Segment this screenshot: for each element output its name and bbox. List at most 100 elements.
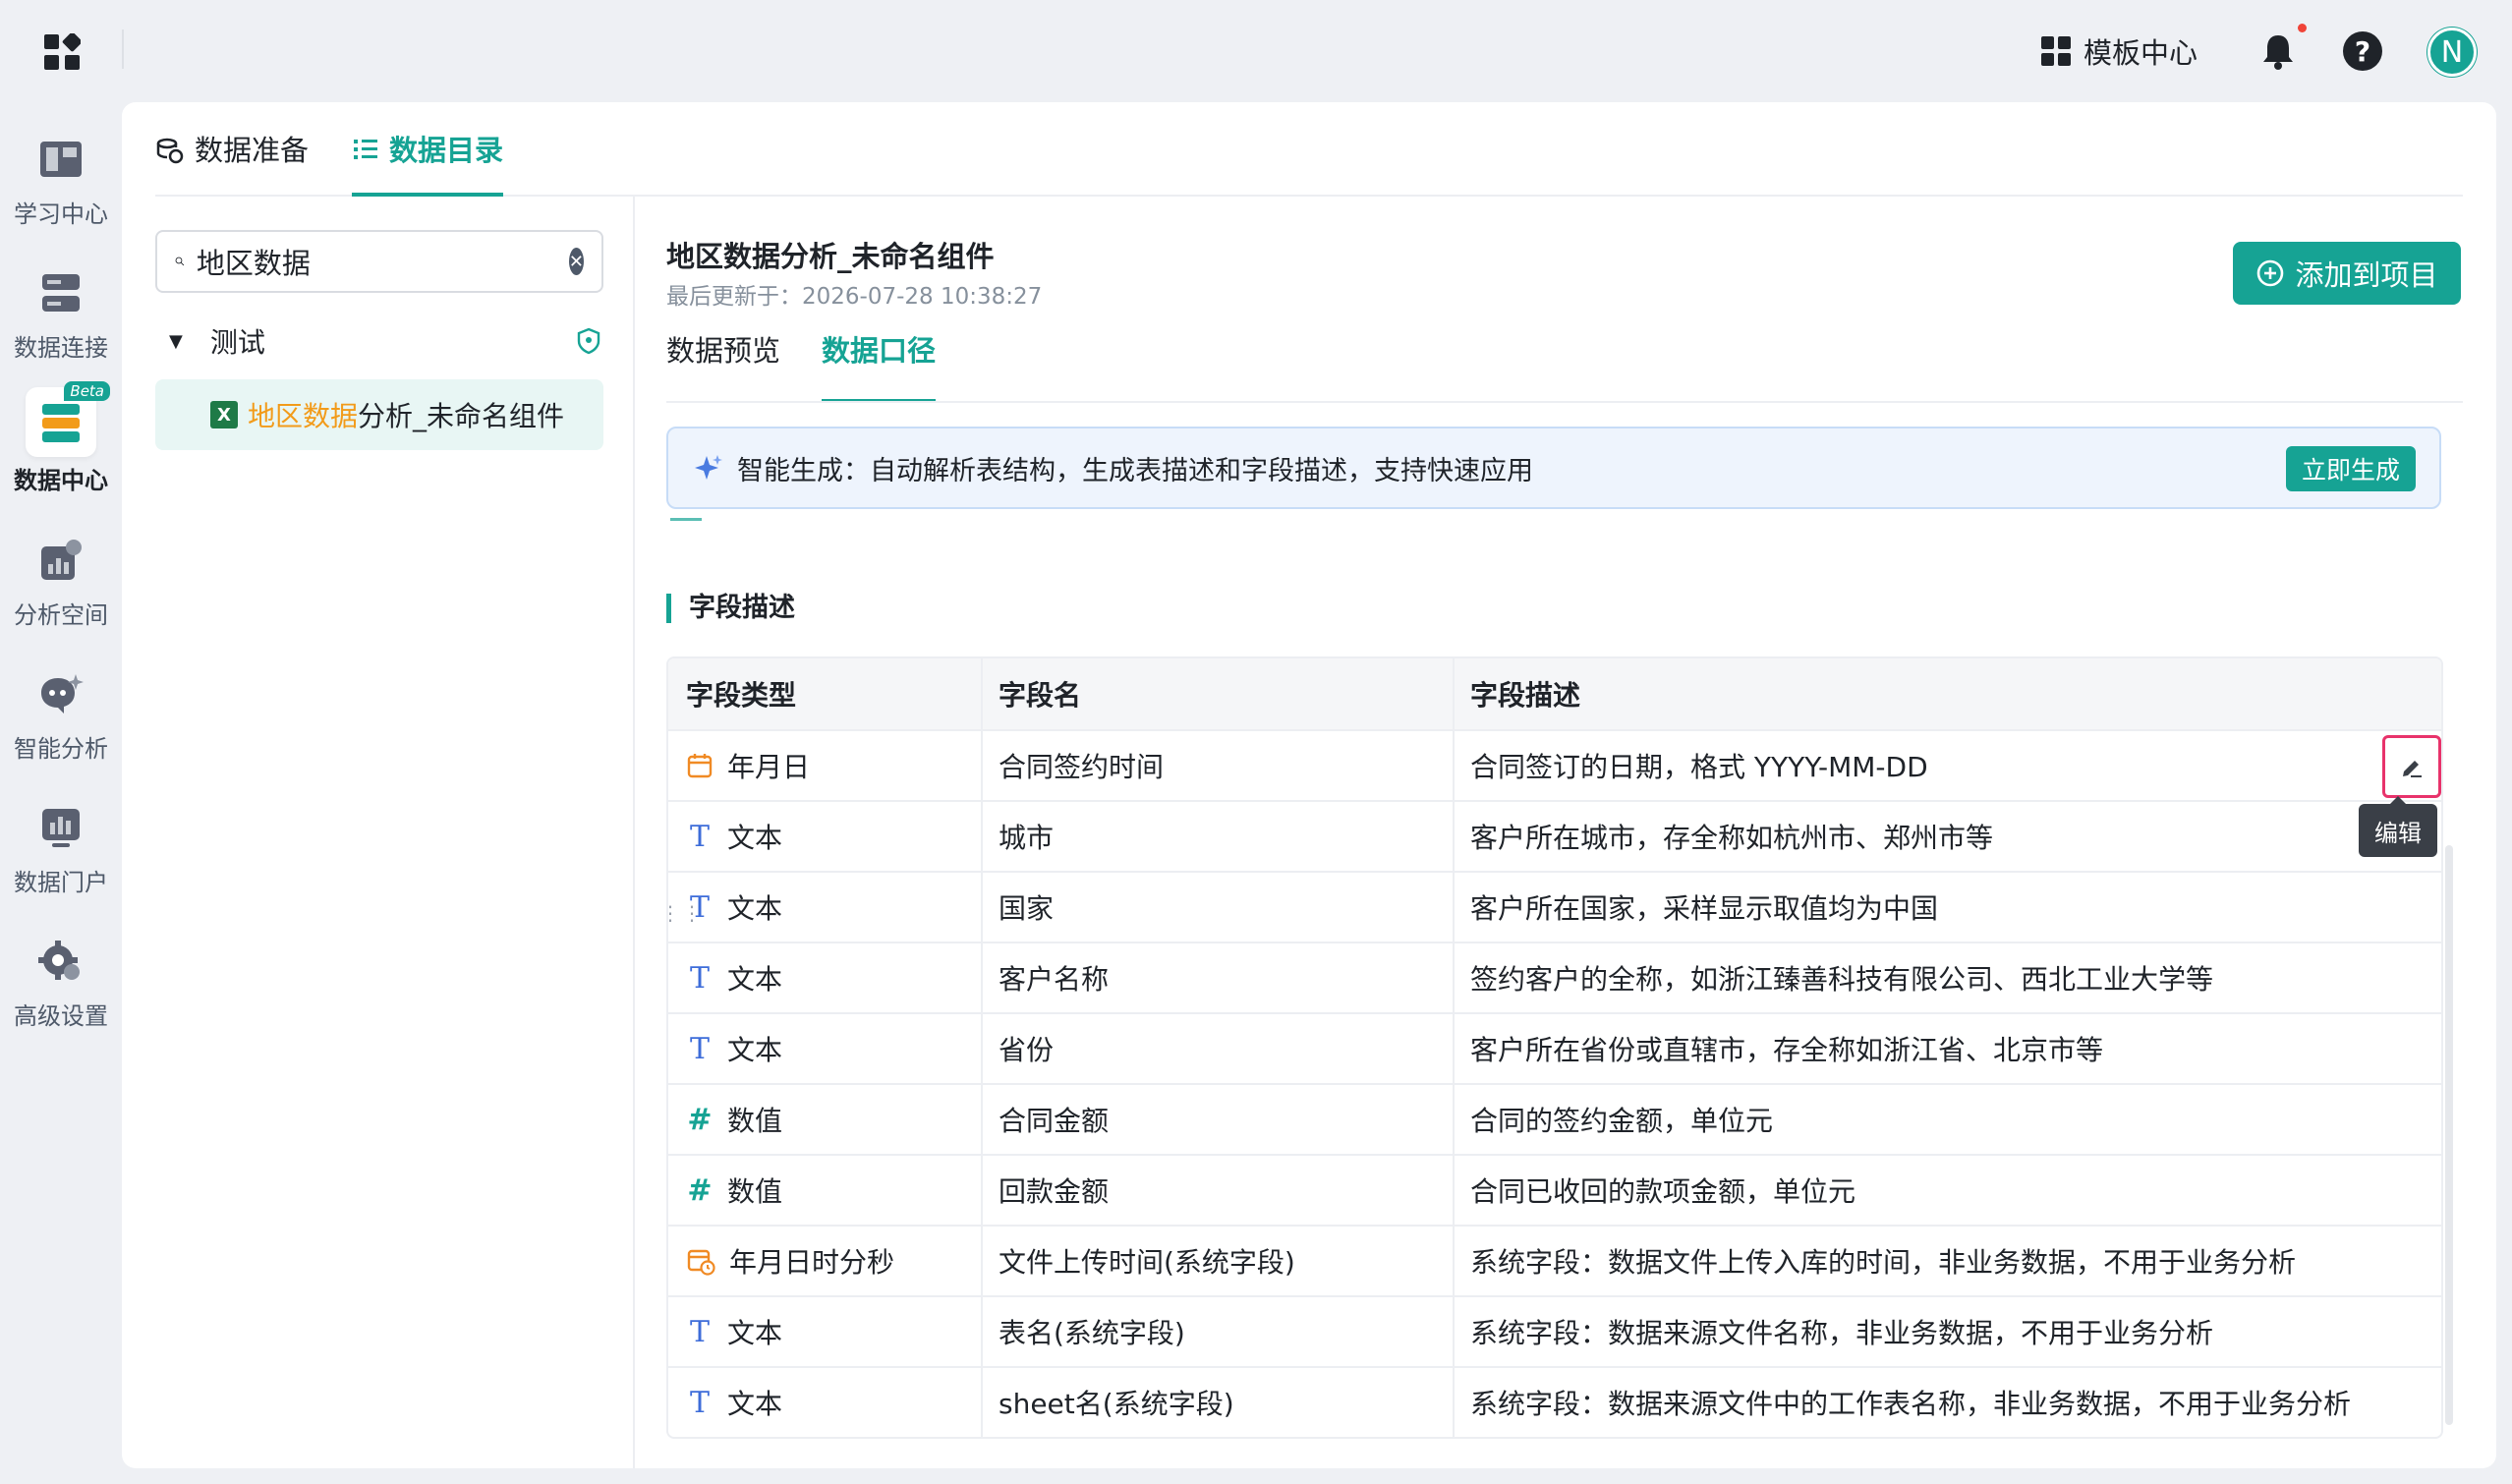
table-header: 字段类型 字段名 字段描述 [668, 658, 2441, 729]
tree-file-item[interactable]: X 地区数据分析_未命名组件 [155, 379, 603, 450]
section-title: 字段描述 [666, 594, 795, 623]
field-type-cell: T 文本 [668, 802, 983, 871]
field-desc-text: 系统字段：数据来源文件中的工作表名称，非业务数据，不用于业务分析 [1470, 1388, 2352, 1420]
field-type-label: 文本 [727, 963, 783, 996]
tab-data-caliber[interactable]: 数据口径 [822, 328, 937, 403]
field-type-label: 文本 [727, 1317, 783, 1349]
table-row[interactable]: T 文本 客户名称 签约客户的全称，如浙江臻善科技有限公司、西北工业大学等 [668, 942, 2441, 1012]
clear-search-icon[interactable]: ✕ [568, 248, 584, 275]
search-input[interactable] [196, 245, 557, 278]
field-desc-cell: 合同已收回的款项金额，单位元 [1455, 1156, 2441, 1225]
text-type-icon: T [689, 889, 710, 925]
beta-badge: Beta [64, 381, 110, 401]
tab-data-preview[interactable]: 数据预览 [666, 328, 780, 403]
field-desc-cell: 系统字段：数据来源文件中的工作表名称，非业务数据，不用于业务分析 [1455, 1368, 2441, 1437]
top-divider [122, 29, 124, 69]
datetime-icon [686, 1246, 715, 1276]
file-name: 地区数据分析_未命名组件 [248, 400, 565, 432]
field-type-cell: 年月日 [668, 731, 983, 800]
portal-chart-icon [35, 802, 86, 853]
rail-item-advanced-settings[interactable]: 高级设置 [0, 916, 122, 1034]
book-icon [35, 134, 86, 185]
sparkle-icon [695, 455, 722, 480]
app-grid-icon[interactable] [43, 33, 81, 71]
field-type-label: 数值 [727, 1105, 783, 1137]
ai-banner-text: 智能生成：自动解析表结构，生成表描述和字段描述，支持快速应用 [737, 455, 1533, 486]
text-type-icon: T [689, 1385, 710, 1420]
search-icon [175, 257, 185, 266]
field-type-label: 文本 [727, 1034, 783, 1066]
table-row[interactable]: T 文本 省份 客户所在省份或直辖市，存全称如浙江省、北京市等 [668, 1012, 2441, 1083]
rail-item-data-portal[interactable]: 数据门户 [0, 782, 122, 900]
field-desc-cell: 客户所在省份或直辖市，存全称如浙江省、北京市等 [1455, 1014, 2441, 1083]
table-row[interactable]: 年月日时分秒 文件上传时间(系统字段) 系统字段：数据文件上传入库的时间，非业务数据… [668, 1225, 2441, 1295]
field-desc-text: 客户所在国家，采样显示取值均为中国 [1470, 892, 1939, 925]
list-icon [354, 140, 377, 159]
tree-folder[interactable]: ▼ 测试 [169, 316, 601, 366]
field-desc-cell: 客户所在国家，采样显示取值均为中国 [1455, 873, 2441, 942]
table-row[interactable]: T 文本 城市 客户所在城市，存全称如杭州市、郑州市等 [668, 800, 2441, 871]
shield-icon [577, 327, 600, 355]
table-row[interactable]: # 数值 合同金额 合同的签约金额，单位元 [668, 1083, 2441, 1154]
field-name-cell: 文件上传时间(系统字段) [983, 1227, 1455, 1295]
field-type-label: 文本 [727, 1388, 783, 1420]
field-desc-text: 签约客户的全称，如浙江臻善科技有限公司、西北工业大学等 [1470, 963, 2214, 996]
tab-data-prep[interactable]: 数据准备 [155, 128, 309, 197]
field-name-cell: 客户名称 [983, 943, 1455, 1012]
field-name-cell: 回款金额 [983, 1156, 1455, 1225]
field-desc-cell: 签约客户的全称，如浙江臻善科技有限公司、西北工业大学等 [1455, 943, 2441, 1012]
field-desc-text: 客户所在省份或直辖市，存全称如浙江省、北京市等 [1470, 1034, 2104, 1066]
table-row[interactable]: # 数值 回款金额 合同已收回的款项金额，单位元 [668, 1154, 2441, 1225]
field-name-cell: 城市 [983, 802, 1455, 871]
header-field-type: 字段类型 [668, 658, 983, 729]
catalog-tree-panel: ✕ ▼ 测试 X 地区数据分析_未命名组件 ⋮⋮ [155, 197, 702, 1468]
avatar[interactable]: N [2427, 28, 2477, 77]
number-type-icon: # [687, 1172, 713, 1208]
calendar-icon [686, 752, 714, 779]
template-center-button[interactable]: 模板中心 [2040, 29, 2198, 73]
field-desc-text: 合同已收回的款项金额，单位元 [1470, 1175, 1856, 1208]
add-to-project-button[interactable]: 添加到项目 [2233, 242, 2461, 305]
rail-item-data-center[interactable]: Beta 数据中心 [0, 377, 122, 495]
field-desc-cell: 合同的签约金额，单位元 [1455, 1085, 2441, 1154]
help-icon[interactable]: ? [2343, 31, 2382, 71]
caret-down-icon[interactable]: ▼ [169, 331, 183, 352]
generate-now-button[interactable]: 立即生成 [2286, 446, 2416, 491]
field-type-label: 文本 [727, 822, 783, 854]
rail-item-smart-analysis[interactable]: 智能分析 [0, 649, 122, 767]
edit-pen-icon [2403, 761, 2422, 777]
search-box[interactable]: ✕ [155, 230, 603, 293]
field-type-label: 文本 [727, 892, 783, 925]
edit-button[interactable] [2382, 735, 2441, 798]
field-desc-text: 合同的签约金额，单位元 [1470, 1105, 1774, 1137]
table-row[interactable]: 年月日 合同签约时间 合同签订的日期，格式 YYYY-MM-DD [668, 729, 2441, 800]
last-updated: 最后更新于：2026-07-28 10:38:27 [666, 284, 1043, 310]
tab-data-catalog[interactable]: 数据目录 [352, 128, 504, 197]
plus-circle-icon [2257, 259, 2284, 287]
folder-name: 测试 [209, 326, 265, 359]
field-desc-text: 客户所在城市，存全称如杭州市、郑州市等 [1470, 822, 1994, 854]
bell-icon[interactable] [2258, 31, 2298, 71]
rail-item-learning[interactable]: 学习中心 [0, 114, 122, 232]
table-row[interactable]: T 文本 国家 客户所在国家，采样显示取值均为中国 [668, 871, 2441, 942]
field-type-cell: T 文本 [668, 1014, 983, 1083]
excel-file-icon: X [210, 401, 238, 428]
table-scrollbar[interactable] [2445, 845, 2453, 1425]
chart-pie-icon [35, 535, 86, 586]
field-type-cell: T 文本 [668, 873, 983, 942]
template-center-label: 模板中心 [2084, 36, 2198, 70]
header-field-name: 字段名 [983, 658, 1455, 729]
rail-item-analysis-space[interactable]: 分析空间 [0, 515, 122, 633]
field-desc-text: 系统字段：数据来源文件名称，非业务数据，不用于业务分析 [1470, 1317, 2214, 1349]
text-type-icon: T [689, 960, 710, 996]
database-icon [35, 267, 86, 318]
ai-generate-banner: 智能生成：自动解析表结构，生成表描述和字段描述，支持快速应用 立即生成 [666, 427, 2441, 509]
table-row[interactable]: T 文本 sheet名(系统字段) 系统字段：数据来源文件中的工作表名称，非业务数据，… [668, 1366, 2441, 1437]
template-grid-icon [2041, 36, 2071, 66]
table-row[interactable]: T 文本 表名(系统字段) 系统字段：数据来源文件名称，非业务数据，不用于业务分析 [668, 1295, 2441, 1366]
field-desc-cell: 系统字段：数据文件上传入库的时间，非业务数据，不用于业务分析 [1455, 1227, 2441, 1295]
top-tabs: 数据准备 数据目录 [155, 102, 2463, 197]
data-prep-icon [156, 138, 184, 164]
rail-item-data-connect[interactable]: 数据连接 [0, 248, 122, 366]
table-body: 年月日 合同签约时间 合同签订的日期，格式 YYYY-MM-DD T 文本 城市 客户所在城… [668, 729, 2441, 1437]
